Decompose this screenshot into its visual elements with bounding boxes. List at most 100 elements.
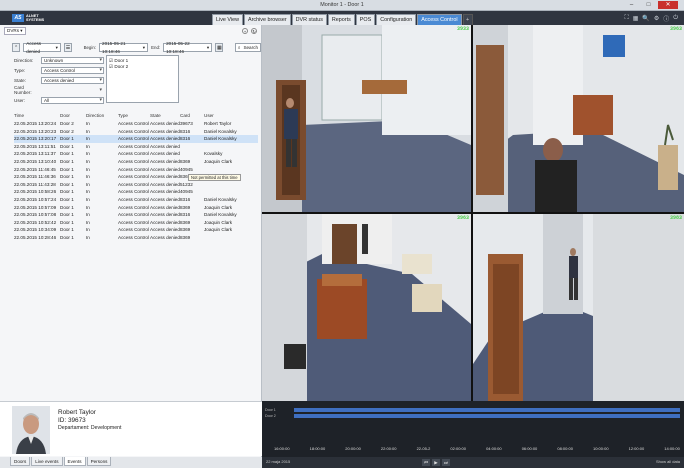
skip-forward-icon[interactable]: ⏭ [442,459,450,466]
table-row[interactable]: 22.05.2015 10:28:46 Door 1 In Access Contro… [14,234,258,242]
table-row[interactable]: 22.05.2015 11:46:45 Door 1 In Access Contro… [14,166,258,174]
table-cell: Access denied [150,196,180,202]
table-cell: 22.05.2015 11:46:45 [14,166,56,172]
tab-live-view[interactable]: Live View [212,14,243,25]
table-cell: In [86,227,90,233]
table-cell: Door 1 [60,234,74,240]
column-header[interactable]: Time [14,112,60,120]
refresh-circle-icon[interactable]: ↻ [251,28,257,34]
zoom-icon[interactable]: 🔍 [642,15,649,22]
begin-date-input[interactable]: 2015-05-21 10:18:46 ▾ [99,41,149,54]
timeline-tick-label: 08:00:00 [557,446,573,451]
state-label: State: [14,77,27,83]
table-cell: Door 1 [60,227,74,233]
card-number-input[interactable] [41,87,104,94]
table-cell: 22.05.2015 13:20:23 [14,128,57,134]
power-icon[interactable]: ⏻ [673,15,678,22]
table-row[interactable]: 22.05.2015 10:58:26 Door 1 In Access Contro… [14,188,258,196]
table-cell: 22.05.2015 11:43:28 [14,181,56,187]
user-select[interactable]: All [41,96,104,104]
play-icon[interactable]: ▶ [432,459,440,466]
column-header[interactable]: Card [180,112,204,120]
table-cell: Door 1 [60,204,74,210]
column-header[interactable]: Door [60,112,86,120]
table-row[interactable]: 22.05.2015 13:20:17 Door 1 In Access Contro… [14,135,258,143]
direction-select[interactable]: Unknown [41,56,104,64]
table-cell: Kovalsky [204,151,223,157]
state-select[interactable]: Access denied [41,76,104,84]
minimize-icon[interactable]: – [624,1,639,9]
app-logo: AS ALNET SYSTEMS [12,13,44,23]
table-row[interactable]: 22.05.2015 13:20:23 Door 2 In Access Contro… [14,128,258,136]
dvr-selector[interactable]: DVRs ▾ [4,27,26,35]
table-row[interactable]: 22.05.2015 10:52:42 Door 1 In Access Contro… [14,219,258,227]
person-id: ID: 39673 [58,417,86,424]
table-row[interactable]: 22.05.2015 13:20:24 Door 2 In Access Contro… [14,120,258,128]
skip-back-icon[interactable]: ⏮ [422,459,430,466]
close-icon[interactable]: ✕ [658,1,678,9]
add-tab-button[interactable]: + [462,14,473,25]
table-row[interactable]: 22.05.2015 11:43:28 Door 1 In Access Contro… [14,181,258,189]
camera-view[interactable]: 3933 [262,25,471,212]
table-cell: Access denied [150,181,180,187]
table-cell: 8316 [180,128,191,134]
search-button[interactable]: ⌕ Search [234,43,261,52]
column-header[interactable]: Direction [86,112,118,120]
tab-pos[interactable]: POS [355,14,376,25]
column-header[interactable]: State [150,112,180,120]
tab-doors[interactable]: Doors [10,457,31,466]
list-icon[interactable]: ☰ [63,43,73,52]
camera-label: 3983 [669,215,682,221]
layout-icon[interactable]: ⛶ [624,15,628,22]
tab-reports[interactable]: Reports [327,14,355,25]
table-cell: 22.05.2015 10:57:24 [14,196,57,202]
table-cell: Door 1 [60,151,74,157]
table-cell: Access Control [118,212,149,218]
camera-view[interactable]: 3963 [473,25,684,212]
settings-icon[interactable]: ⚙ [654,15,659,22]
table-row[interactable]: 22.05.2015 10:34:09 Door 1 In Access Contro… [14,226,258,234]
table-row[interactable]: 22.05.2015 10:57:08 Door 1 In Access Contro… [14,211,258,219]
table-row[interactable]: 22.05.2015 13:11:51 Door 1 In Access Contro… [14,143,258,151]
end-date-input[interactable]: 2015-05-22 10:18:46 ▾ [163,41,213,54]
type-select[interactable]: Access Control [41,66,104,74]
maximize-icon[interactable]: □ [641,1,656,9]
table-cell: 8316 [180,136,191,142]
calendar-icon[interactable]: ▦ [215,43,224,52]
timeline-ticks: 16:00:00 18:00:00 20:00:00 22:00:00 22-05-2 0… [274,446,680,451]
camera-view[interactable]: 3963 [262,214,471,401]
tab-configuration[interactable]: Configuration [376,14,417,25]
event-type-dropdown[interactable]: Access denied ▾ [23,41,61,54]
grid-icon[interactable]: ▦ [633,15,639,22]
table-cell: Door 1 [60,189,74,195]
tab-access-control[interactable]: Access Control [417,14,462,25]
table-cell: Access Control [118,189,149,195]
table-row[interactable]: 22.05.2015 13:11:37 Door 1 In Access Contro… [14,150,258,158]
camera-view[interactable]: 3983 [473,214,684,401]
info-icon[interactable]: ⓘ [663,14,669,23]
table-cell: Daniel Kovalsky [204,212,237,218]
timeline-tick-label: 06:00:00 [521,446,538,451]
tab-live-events[interactable]: Live events [31,457,63,466]
timeline-right-text: Show all data [655,459,680,464]
tab-archive-browser[interactable]: Archive browser [243,14,291,25]
table-row[interactable]: 22.05.2015 13:10:40 Door 1 In Access Contro… [14,158,258,166]
table-cell: In [86,128,90,134]
timeline-track-door2[interactable] [294,414,680,418]
door-checkbox-item[interactable]: ☑ Door 2 [109,64,176,70]
column-header[interactable]: Type [118,112,150,120]
tab-dvr-status[interactable]: DVR status [291,14,327,25]
table-row[interactable]: 22.05.2015 10:57:24 Door 1 In Access Contro… [14,196,258,204]
table-cell: 8316 [180,196,191,202]
tab-persons[interactable]: Persons [86,457,112,466]
column-header[interactable]: User [204,112,258,120]
table-row[interactable]: 22.05.2015 10:57:09 Door 1 In Access Contro… [14,204,258,212]
up-arrow-icon[interactable]: ⌃ [12,43,21,52]
table-cell: Access denied [150,212,180,218]
timeline-track-door1[interactable] [294,408,680,412]
tab-events[interactable]: Events [63,457,86,466]
timeline-tick-label: 16:00:00 [274,446,290,451]
table-cell: Daniel Kovalsky [204,136,237,142]
add-circle-icon[interactable]: + [242,28,248,34]
camera-grid: 3933 3963 3963 3983 [262,25,684,401]
